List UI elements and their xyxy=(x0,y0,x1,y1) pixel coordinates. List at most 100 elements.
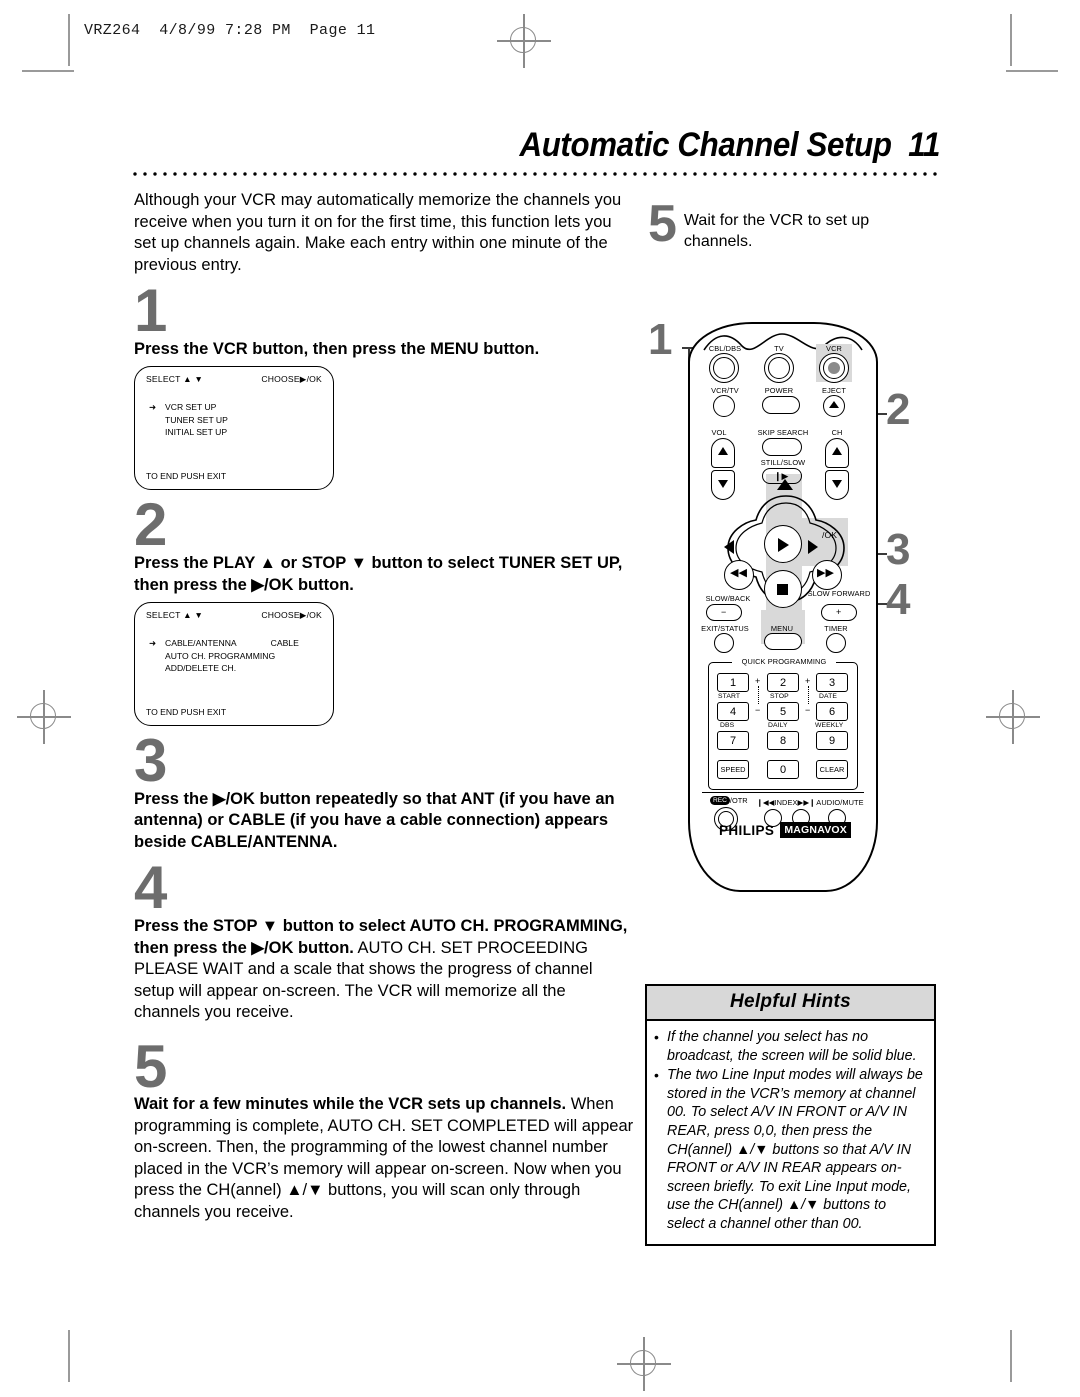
key-5[interactable]: 5 xyxy=(767,702,799,721)
osd-1-row-1-label: TUNER SET UP xyxy=(165,414,228,425)
osd-2-row-0-value: CABLE xyxy=(270,638,299,649)
button-skip-search[interactable] xyxy=(762,438,802,456)
key-4-sublabel: DBS xyxy=(720,722,735,729)
fast-forward-icon: ▶▶ xyxy=(817,567,834,579)
osd-1-row-2-label: INITIAL SET UP xyxy=(165,427,228,438)
step-5-body: When programming is complete, AUTO CH. S… xyxy=(134,1095,634,1221)
crop-mark-top-right-h xyxy=(1006,70,1058,72)
slow-forward-plus-icon: + xyxy=(836,607,842,617)
registration-mark-top xyxy=(497,14,551,68)
label-ok: /OK xyxy=(822,530,838,540)
osd-2-select: SELECT ▲ ▼ xyxy=(146,610,204,621)
osd-1-cursor-arrow: ➜ xyxy=(149,402,157,413)
registration-mark-left xyxy=(17,690,71,744)
intro-paragraph: Although your VCR may automatically memo… xyxy=(134,191,622,274)
button-vcr-tv[interactable] xyxy=(713,395,735,417)
key-3[interactable]: 3 xyxy=(816,673,848,692)
right-step-5-text: Wait for the VCR to set up channels. xyxy=(683,212,870,250)
key-9[interactable]: 9 xyxy=(816,731,848,750)
hint-text-2: The two Line Input modes will always be … xyxy=(667,1067,923,1232)
osd-2-row-2-gutter xyxy=(149,662,165,674)
step-1-number: 1 xyxy=(134,277,167,344)
key-4[interactable]: 4 xyxy=(717,702,749,721)
button-vcr-dot[interactable] xyxy=(828,362,840,374)
otr-label: /OTR xyxy=(729,796,748,805)
label-quick-programming: QUICK PROGRAMMING xyxy=(741,657,827,666)
label-power: POWER xyxy=(764,386,794,395)
osd-1-footer: TO END PUSH EXIT xyxy=(146,471,227,482)
key-1-sublabel: START xyxy=(718,693,741,700)
key-8[interactable]: 8 xyxy=(767,731,799,750)
button-exit-status[interactable] xyxy=(714,633,734,653)
ch-down-arrow-icon xyxy=(832,480,842,488)
crop-mark-bottom-right-v xyxy=(1010,1330,1012,1382)
label-index: ❙◀◀INDEX▶▶❙ xyxy=(756,798,816,807)
step-4-text: Press the STOP ▼ button to select AUTO C… xyxy=(134,916,634,1024)
button-power[interactable] xyxy=(762,396,800,414)
button-timer[interactable] xyxy=(826,633,846,653)
label-slow-back: SLOW/BACK xyxy=(705,594,751,603)
index-text: INDEX xyxy=(774,798,798,807)
rec-otr-label-group: REC /OTR xyxy=(710,796,748,805)
instructions-column: Although your VCR may automatically memo… xyxy=(134,190,634,1223)
step-3-lead: Press the ▶/OK button repeatedly so that… xyxy=(134,789,615,851)
hint-bullet-2: • xyxy=(654,1067,659,1084)
helpful-hints-box: Helpful Hints • If the channel you selec… xyxy=(645,984,936,1246)
osd-1-list: ➜ VCR SET UP TUNER SET UP INITIAL SET UP xyxy=(149,401,323,438)
button-tv-inner[interactable] xyxy=(768,357,790,379)
osd-1-choose: CHOOSE▶/OK xyxy=(261,374,322,385)
right-step-5: 5 Wait for the VCR to set up channels. xyxy=(648,198,884,252)
step-3-number: 3 xyxy=(134,727,167,795)
key-clear[interactable]: CLEAR xyxy=(816,760,848,779)
brand-logo: PHILIPS MAGNAVOX xyxy=(710,822,860,838)
osd-2-footer: TO END PUSH EXIT xyxy=(146,707,227,718)
helpful-hints-body: • If the channel you select has no broad… xyxy=(647,1021,934,1244)
osd-1-row-2-gutter xyxy=(149,426,165,438)
osd-1-top: SELECT ▲ ▼ CHOOSE▶/OK xyxy=(146,374,322,385)
osd-1-row-1-gutter xyxy=(149,414,165,426)
eject-icon xyxy=(829,401,839,408)
osd-1-row-2: INITIAL SET UP xyxy=(149,426,323,438)
osd-2-row-1: AUTO CH. PROGRAMMING xyxy=(149,650,323,662)
index-rev-icon: ❙◀◀ xyxy=(756,798,775,807)
key-2-sublabel: STOP xyxy=(770,693,789,700)
label-slow-forward: SLOW FORWARD xyxy=(807,589,871,598)
key-6[interactable]: 6 xyxy=(816,702,848,721)
osd-1-row-1: TUNER SET UP xyxy=(149,414,323,426)
key-1[interactable]: 1 xyxy=(717,673,749,692)
step-5-text: Wait for a few minutes while the VCR set… xyxy=(134,1094,634,1223)
osd-2-choose: CHOOSE▶/OK xyxy=(261,610,322,621)
button-cbl-dbs-inner[interactable] xyxy=(713,357,735,379)
vol-down-arrow-icon xyxy=(718,480,728,488)
key-7[interactable]: 7 xyxy=(717,731,749,750)
key-2[interactable]: 2 xyxy=(767,673,799,692)
stop-icon xyxy=(777,584,788,595)
page-title: Automatic Channel Setup 11 xyxy=(195,128,940,162)
rewind-icon: ◀◀ xyxy=(730,567,747,579)
osd-screen-2: SELECT ▲ ▼ CHOOSE▶/OK ➜ CABLE/ANTENNA CA… xyxy=(134,602,334,727)
key-0[interactable]: 0 xyxy=(767,760,799,779)
crop-mark-top-left-v xyxy=(68,14,70,66)
key-speed[interactable]: SPEED xyxy=(717,760,749,779)
nav-up-arrow-icon xyxy=(777,479,793,490)
label-still-slow: STILL/SLOW xyxy=(760,458,806,467)
key-6-sublabel: WEEKLY xyxy=(815,722,844,729)
step-5-number: 5 xyxy=(134,1032,167,1100)
keypad-minus-left-icon: − xyxy=(755,705,761,715)
osd-1-row-0-label: VCR SET UP xyxy=(165,402,217,413)
osd-screen-1: SELECT ▲ ▼ CHOOSE▶/OK ➜ VCR SET UP TUNER… xyxy=(134,366,334,491)
osd-1-row-0: ➜ VCR SET UP xyxy=(149,401,323,413)
hint-item-1: • If the channel you select has no broad… xyxy=(654,1028,925,1065)
brand-magnavox: MAGNAVOX xyxy=(780,822,851,838)
dotted-rule xyxy=(130,172,940,176)
osd-1-select: SELECT ▲ ▼ xyxy=(146,374,204,385)
keypad-minus-right-icon: − xyxy=(805,705,811,715)
osd-2-row-1-label: AUTO CH. PROGRAMMING xyxy=(165,650,276,661)
osd-2-cursor-arrow: ➜ xyxy=(149,638,157,649)
play-icon xyxy=(778,538,789,552)
osd-2-row-1-gutter xyxy=(149,650,165,662)
page-header: Automatic Channel Setup 11 xyxy=(130,128,940,176)
step-1-lead: Press the VCR button, then press the MEN… xyxy=(134,339,540,358)
osd-2-list: ➜ CABLE/ANTENNA CABLE AUTO CH. PROGRAMMI… xyxy=(149,637,323,674)
button-menu[interactable] xyxy=(764,633,802,650)
